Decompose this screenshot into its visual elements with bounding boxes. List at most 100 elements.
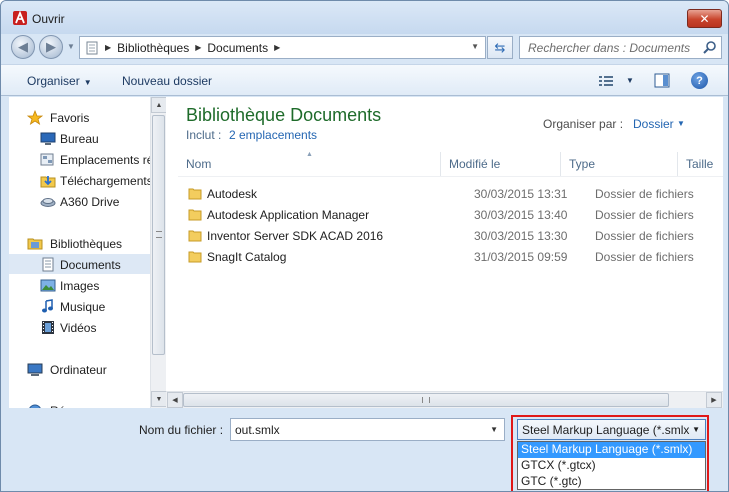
- table-row[interactable]: SnagIt Catalog 31/03/2015 09:59 Dossier …: [178, 246, 708, 267]
- sidebar-item-label: Musique: [60, 300, 106, 314]
- search-icon[interactable]: [702, 40, 717, 55]
- sidebar-item-label: Ordinateur: [50, 363, 107, 377]
- scroll-thumb[interactable]: [152, 115, 165, 355]
- sidebar-item-videos[interactable]: Vidéos: [9, 317, 150, 337]
- sidebar-item-label: Emplacements ré: [60, 153, 150, 167]
- table-row[interactable]: Autodesk Application Manager 30/03/2015 …: [178, 204, 708, 225]
- library-location-icon: [86, 41, 98, 54]
- horizontal-scrollbar[interactable]: ◀ ▶: [166, 391, 723, 408]
- address-history-dropdown-icon[interactable]: ▼: [471, 42, 479, 51]
- column-header-size[interactable]: Taille: [678, 152, 723, 176]
- scroll-left-icon[interactable]: ◀: [167, 392, 183, 408]
- include-label: Inclut :: [186, 128, 222, 142]
- open-dialog: Ouvrir ✕ ◀ ▶ ▼ ▶ Bibliothèques ▶ Documen…: [0, 0, 729, 492]
- column-header-name[interactable]: Nom: [178, 152, 441, 176]
- sidebar-scrollbar[interactable]: ▲ ▼: [150, 97, 167, 408]
- images-icon: [40, 279, 56, 292]
- search-placeholder: Rechercher dans : Documents: [528, 41, 691, 55]
- file-type-option[interactable]: GTCX (*.gtcx): [518, 458, 705, 474]
- sidebar-item-recent-places[interactable]: Emplacements ré: [9, 149, 150, 169]
- sidebar-item-libraries[interactable]: Bibliothèques: [9, 233, 150, 253]
- file-type: Dossier de fichiers: [595, 187, 694, 201]
- address-bar[interactable]: ▶ Bibliothèques ▶ Documents ▶ ▼: [79, 36, 486, 59]
- filename-value: out.smlx: [235, 423, 280, 437]
- column-header-type[interactable]: Type: [561, 152, 678, 176]
- navigation-pane: Favoris Bureau Emplacements ré Télécharg…: [9, 97, 150, 408]
- filename-label: Nom du fichier :: [139, 423, 224, 437]
- back-arrow-icon: ◀: [18, 39, 28, 54]
- close-button[interactable]: ✕: [687, 9, 722, 28]
- breadcrumb-documents[interactable]: Documents: [207, 41, 268, 55]
- sidebar-item-images[interactable]: Images: [9, 275, 150, 295]
- arrange-by-dropdown[interactable]: Dossier: [633, 117, 674, 131]
- recent-pages-dropdown-icon[interactable]: ▼: [67, 42, 75, 51]
- organize-button[interactable]: Organiser ▼: [27, 74, 92, 88]
- file-type: Dossier de fichiers: [595, 208, 694, 222]
- sidebar-item-desktop[interactable]: Bureau: [9, 128, 150, 148]
- library-title: Bibliothèque Documents: [186, 105, 382, 125]
- sidebar-item-label: Téléchargements: [60, 174, 150, 188]
- file-type-option[interactable]: Steel Markup Language (*.smlx): [518, 442, 705, 458]
- back-button[interactable]: ◀: [11, 35, 35, 59]
- star-icon: [27, 110, 43, 125]
- chevron-down-icon: ▼: [83, 78, 92, 87]
- navigation-row: ◀ ▶ ▼ ▶ Bibliothèques ▶ Documents ▶ ▼ ⇆ …: [1, 34, 728, 61]
- recent-places-icon: [40, 153, 54, 166]
- scroll-thumb[interactable]: [183, 393, 669, 407]
- arrange-by-label: Organiser par :: [543, 117, 624, 131]
- videos-icon: [42, 321, 54, 334]
- scroll-up-icon[interactable]: ▲: [151, 97, 167, 113]
- breadcrumb-libraries[interactable]: Bibliothèques: [117, 41, 189, 55]
- sidebar-item-favorites[interactable]: Favoris: [9, 107, 150, 127]
- table-row[interactable]: Inventor Server SDK ACAD 2016 30/03/2015…: [178, 225, 708, 246]
- chevron-down-icon[interactable]: ▼: [692, 425, 700, 434]
- file-name: Autodesk Application Manager: [207, 208, 370, 222]
- locations-link[interactable]: 2 emplacements: [229, 128, 317, 142]
- file-list-pane: Bibliothèque Documents Inclut : 2 emplac…: [166, 97, 723, 408]
- folder-icon: [188, 188, 202, 200]
- sidebar-item-label: Bureau: [60, 132, 99, 146]
- command-bar: Organiser ▼ Nouveau dossier ▼ ?: [1, 64, 728, 96]
- sidebar-item-label: Favoris: [50, 111, 90, 125]
- folder-icon: [188, 209, 202, 221]
- scroll-grip-icon: [156, 231, 162, 238]
- file-type-option[interactable]: GTC (*.gtc): [518, 474, 705, 490]
- search-input[interactable]: Rechercher dans : Documents: [519, 36, 722, 59]
- scroll-right-icon[interactable]: ▶: [706, 392, 722, 408]
- help-icon[interactable]: ?: [691, 72, 708, 89]
- preview-pane-icon[interactable]: [654, 73, 670, 88]
- sidebar-item-a360-drive[interactable]: A360 Drive: [9, 191, 150, 211]
- filename-field[interactable]: out.smlx ▼: [230, 418, 505, 441]
- folder-icon: [188, 251, 202, 263]
- table-row[interactable]: Autodesk 30/03/2015 13:31 Dossier de fic…: [178, 183, 708, 204]
- view-options-dropdown-icon[interactable]: ▼: [626, 76, 634, 85]
- forward-button[interactable]: ▶: [39, 35, 63, 59]
- sidebar-item-label: Vidéos: [60, 321, 97, 335]
- refresh-button[interactable]: ⇆: [487, 36, 513, 59]
- file-modified: 31/03/2015 09:59: [474, 250, 568, 264]
- new-folder-button[interactable]: Nouveau dossier: [122, 74, 212, 88]
- refresh-icon: ⇆: [494, 39, 506, 55]
- change-view-icon[interactable]: [598, 74, 614, 88]
- sidebar-item-label: Images: [60, 279, 100, 293]
- breadcrumb-separator-icon[interactable]: ▶: [195, 43, 201, 52]
- sidebar-item-network[interactable]: Ré: [9, 400, 150, 408]
- computer-icon: [27, 363, 43, 376]
- downloads-icon: [40, 176, 56, 188]
- file-name: SnagIt Catalog: [207, 250, 287, 264]
- sidebar-item-music[interactable]: Musique: [9, 296, 150, 316]
- sidebar-item-downloads[interactable]: Téléchargements: [9, 170, 150, 190]
- chevron-down-icon[interactable]: ▼: [677, 119, 685, 128]
- scroll-down-icon[interactable]: ▼: [151, 391, 167, 407]
- breadcrumb-separator-icon[interactable]: ▶: [105, 43, 111, 52]
- column-header-modified[interactable]: Modifié le: [441, 152, 561, 176]
- documents-icon: [42, 257, 54, 272]
- sidebar-item-computer[interactable]: Ordinateur: [9, 359, 150, 379]
- sidebar-item-documents[interactable]: Documents: [9, 254, 150, 274]
- breadcrumb-separator-icon[interactable]: ▶: [274, 43, 280, 52]
- file-modified: 30/03/2015 13:30: [474, 229, 568, 243]
- file-name: Autodesk: [207, 187, 258, 201]
- file-name: Inventor Server SDK ACAD 2016: [207, 229, 384, 243]
- chevron-down-icon[interactable]: ▼: [490, 425, 498, 434]
- file-type-select[interactable]: Steel Markup Language (*.smlx ▼: [517, 419, 706, 440]
